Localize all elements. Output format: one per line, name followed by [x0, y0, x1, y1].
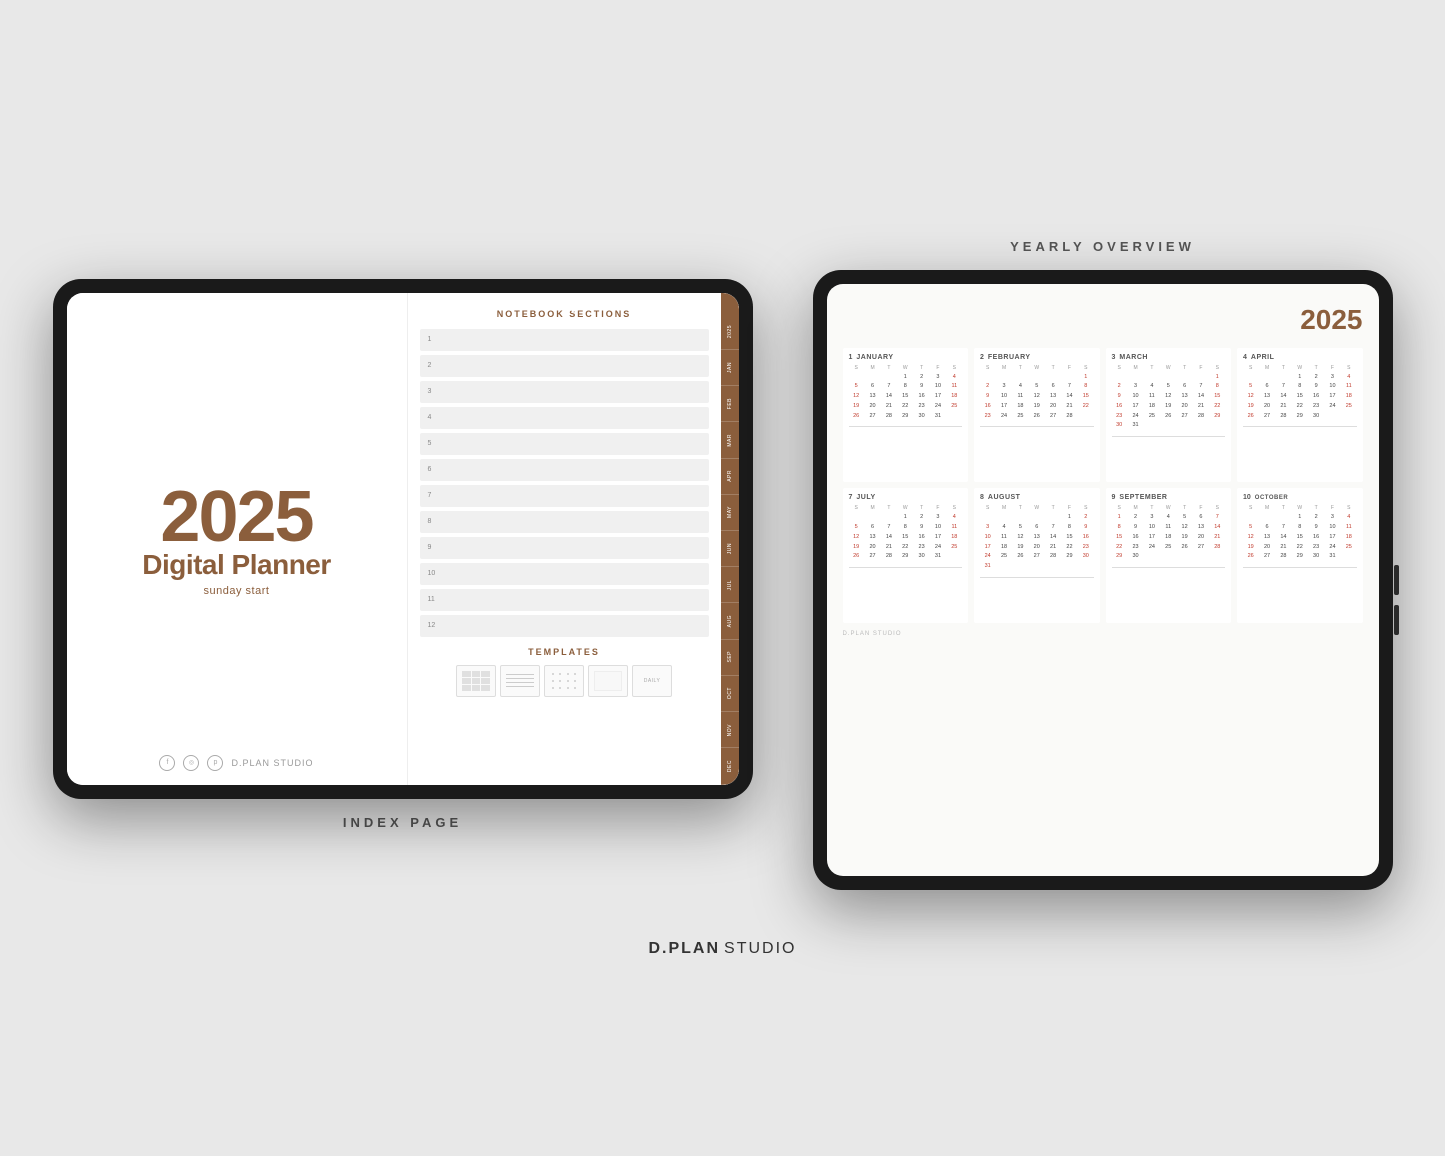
- tablet-left: 2025 Digital Planner sunday start f ◎ p: [53, 279, 753, 799]
- sidebar-tab-nov[interactable]: NOV: [721, 712, 739, 748]
- template-blank-thumb: [588, 665, 628, 697]
- yearly-overview-label: YEARLY OVERVIEW: [1010, 239, 1195, 254]
- list-item: 12: [420, 615, 709, 637]
- pinterest-icon: p: [207, 755, 223, 771]
- templates-section: TEMPLATES: [420, 647, 709, 697]
- sidebar-tab-dec[interactable]: DEC: [721, 748, 739, 784]
- sidebar-tab-apr[interactable]: APR: [721, 459, 739, 495]
- index-page: NOTEBOOK SECTIONS 1 2 3 4 5 6 7 8 9 10: [407, 293, 739, 785]
- index-sidebar: 2025 JAN FEB MAR APR MAY JUN JUL AUG SEP…: [721, 293, 739, 785]
- index-content: NOTEBOOK SECTIONS 1 2 3 4 5 6 7 8 9 10: [408, 293, 721, 785]
- cover-title: Digital Planner: [142, 549, 331, 581]
- month-notes-jan: [849, 426, 963, 466]
- yearly-year: 2025: [843, 304, 1363, 336]
- list-item: 9: [420, 537, 709, 559]
- year-bottom-brand: D.PLAN STUDIO: [843, 631, 1363, 637]
- month-notes-oct: [1243, 567, 1357, 607]
- sidebar-tab-jul[interactable]: JUL: [721, 567, 739, 603]
- tablet-right-button2: [1394, 605, 1399, 635]
- left-section: 2025 Digital Planner sunday start f ◎ p: [53, 239, 753, 830]
- main-container: 2025 Digital Planner sunday start f ◎ p: [0, 179, 1445, 930]
- index-items-list: 1 2 3 4 5 6 7 8 9 10 11 12: [420, 329, 709, 637]
- month-notes-aug: [980, 577, 1094, 617]
- bottom-brand: D.PLAN STUDIO: [648, 940, 796, 978]
- index-title: NOTEBOOK SECTIONS: [420, 309, 709, 319]
- list-item: 10: [420, 563, 709, 585]
- list-item: 8: [420, 511, 709, 533]
- cover-bottom: f ◎ p D.PLAN STUDIO: [159, 755, 313, 771]
- month-february: 2 FEBRUARY SMTWTFS ......1 2345678 91011…: [974, 348, 1100, 483]
- month-september: 9 SEPTEMBER SMTWTFS 1234567 891011121314…: [1106, 488, 1232, 623]
- right-section: YEARLY OVERVIEW 2025 1 JANUARY SMTWTFS: [813, 239, 1393, 890]
- sidebar-tab-aug[interactable]: AUG: [721, 603, 739, 639]
- tablet-right: 2025 1 JANUARY SMTWTFS ...1234: [813, 270, 1393, 890]
- planner-cover: 2025 Digital Planner sunday start f ◎ p: [67, 293, 407, 785]
- cover-year: 2025: [160, 481, 312, 553]
- list-item: 5: [420, 433, 709, 455]
- tablet-right-screen: 2025 1 JANUARY SMTWTFS ...1234: [827, 284, 1379, 876]
- cover-brand-text: D.PLAN STUDIO: [231, 758, 313, 768]
- index-page-label: INDEX PAGE: [343, 815, 462, 830]
- month-notes-jul: [849, 567, 963, 607]
- list-item: 1: [420, 329, 709, 351]
- instagram-icon: ◎: [183, 755, 199, 771]
- templates-row: DAILY: [420, 665, 709, 697]
- calendar-grid: 1 JANUARY SMTWTFS ...1234 567891011 1213…: [843, 348, 1363, 624]
- template-dots-thumb: [544, 665, 584, 697]
- month-march: 3 MARCH SMTWTFS ......1 2345678 91011121…: [1106, 348, 1232, 483]
- month-april: 4 APRIL SMTWTFS ...1234 567891011 121314…: [1237, 348, 1363, 483]
- template-lines-thumb: [500, 665, 540, 697]
- month-notes-apr: [1243, 426, 1357, 466]
- month-notes-mar: [1112, 436, 1226, 476]
- month-august: 8 AUGUST SMTWTFS .....12 3456789 1011121…: [974, 488, 1100, 623]
- tablet-right-button: [1394, 565, 1399, 595]
- sidebar-tab-mar[interactable]: MAR: [721, 422, 739, 458]
- brand-bold: D.PLAN: [648, 940, 720, 958]
- list-item: 6: [420, 459, 709, 481]
- template-daily-thumb: DAILY: [632, 665, 672, 697]
- sidebar-tab-oct[interactable]: OCT: [721, 676, 739, 712]
- sidebar-tab-feb[interactable]: FEB: [721, 386, 739, 422]
- month-october: 10 OCTOBER SMTWTFS ...1234 567891011 121…: [1237, 488, 1363, 623]
- month-july: 7 JULY SMTWTFS ...1234 567891011 1213141…: [843, 488, 969, 623]
- sidebar-tab-jun[interactable]: JUN: [721, 531, 739, 567]
- sidebar-tab-jan[interactable]: JAN: [721, 350, 739, 386]
- month-notes-feb: [980, 426, 1094, 466]
- list-item: 11: [420, 589, 709, 611]
- facebook-icon: f: [159, 755, 175, 771]
- brand-light: STUDIO: [724, 940, 796, 958]
- list-item: 2: [420, 355, 709, 377]
- template-grid-thumb: [456, 665, 496, 697]
- list-item: 7: [420, 485, 709, 507]
- list-item: 4: [420, 407, 709, 429]
- sidebar-tab-may[interactable]: MAY: [721, 495, 739, 531]
- templates-title: TEMPLATES: [420, 647, 709, 657]
- list-item: 3: [420, 381, 709, 403]
- sidebar-tab-sep[interactable]: SEP: [721, 640, 739, 676]
- sidebar-tab-2025[interactable]: 2025: [721, 314, 739, 350]
- month-january: 1 JANUARY SMTWTFS ...1234 567891011 1213…: [843, 348, 969, 483]
- tablet-left-screen: 2025 Digital Planner sunday start f ◎ p: [67, 293, 739, 785]
- month-notes-sep: [1112, 567, 1226, 607]
- cover-subtitle: sunday start: [204, 585, 270, 597]
